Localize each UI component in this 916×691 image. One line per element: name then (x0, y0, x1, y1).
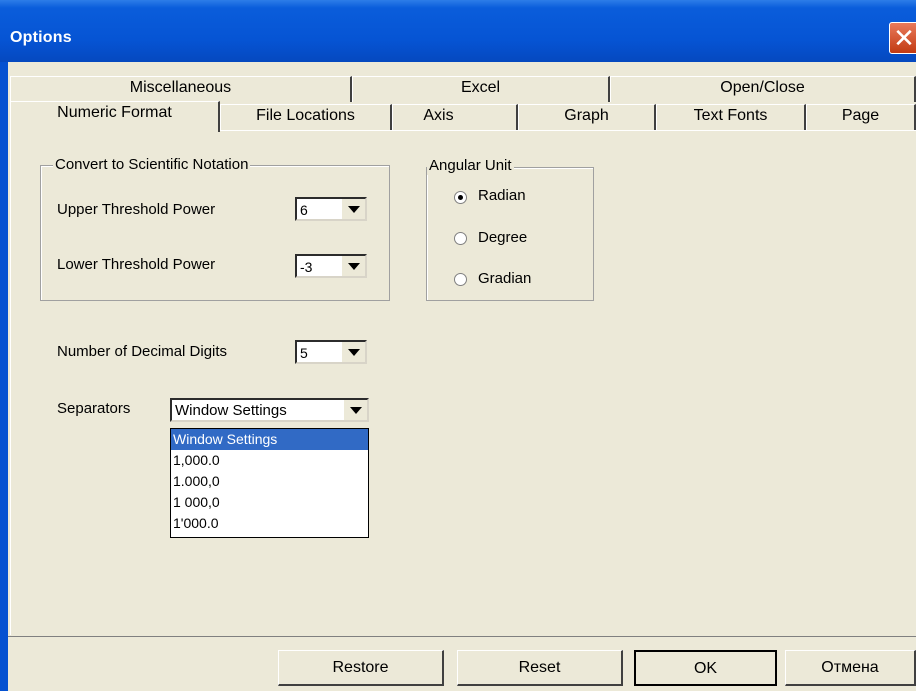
tab-page[interactable]: Page (806, 104, 916, 130)
reset-button[interactable]: Reset (457, 650, 623, 686)
decimal-digits-select[interactable]: 5 (295, 340, 367, 364)
tab-excel[interactable]: Excel (352, 76, 610, 102)
tab-numeric-format[interactable]: Numeric Format (10, 101, 220, 132)
restore-button[interactable]: Restore (278, 650, 444, 686)
separators-option[interactable]: 1'000.0 (171, 513, 368, 534)
divider (8, 636, 916, 637)
separators-option[interactable]: 1.000,0 (171, 471, 368, 492)
close-icon[interactable]: ✕ (889, 22, 916, 54)
chevron-down-icon[interactable] (343, 400, 367, 420)
cancel-button[interactable]: Отмена (785, 650, 916, 686)
radian-label[interactable]: Radian (478, 187, 526, 204)
separators-label: Separators (57, 400, 131, 417)
separators-option[interactable]: Window Settings (171, 429, 368, 450)
decimal-digits-label: Number of Decimal Digits (57, 343, 228, 360)
gradian-label[interactable]: Gradian (478, 270, 531, 287)
tab-axis[interactable]: Axis (392, 104, 518, 130)
tab-miscellaneous[interactable]: Miscellaneous (10, 76, 352, 102)
chevron-down-icon[interactable] (341, 256, 365, 276)
angular-unit-legend: Angular Unit (427, 157, 514, 175)
separators-select[interactable]: Window Settings (170, 398, 369, 422)
radio-degree[interactable] (454, 232, 467, 245)
tab-open-close[interactable]: Open/Close (610, 76, 916, 102)
tab-graph[interactable]: Graph (518, 104, 656, 130)
tab-text-fonts[interactable]: Text Fonts (656, 104, 806, 130)
separators-option[interactable]: 1 000,0 (171, 492, 368, 513)
radio-radian[interactable] (454, 191, 467, 204)
upper-threshold-select[interactable]: 6 (295, 197, 367, 221)
upper-threshold-label: Upper Threshold Power (57, 201, 216, 218)
separators-option[interactable]: 1,000.0 (171, 450, 368, 471)
chevron-down-icon[interactable] (341, 199, 365, 219)
degree-label[interactable]: Degree (478, 229, 527, 246)
ok-button[interactable]: OK (634, 650, 777, 686)
separators-dropdown-list: Window Settings 1,000.0 1.000,0 1 000,0 … (170, 428, 369, 538)
lower-threshold-select[interactable]: -3 (295, 254, 367, 278)
tab-file-locations[interactable]: File Locations (220, 104, 392, 130)
scientific-notation-legend: Convert to Scientific Notation (53, 156, 251, 174)
window-title: Options (10, 29, 72, 46)
lower-threshold-label: Lower Threshold Power (57, 256, 216, 273)
chevron-down-icon[interactable] (341, 342, 365, 362)
radio-gradian[interactable] (454, 273, 467, 286)
scientific-notation-group (40, 165, 390, 301)
